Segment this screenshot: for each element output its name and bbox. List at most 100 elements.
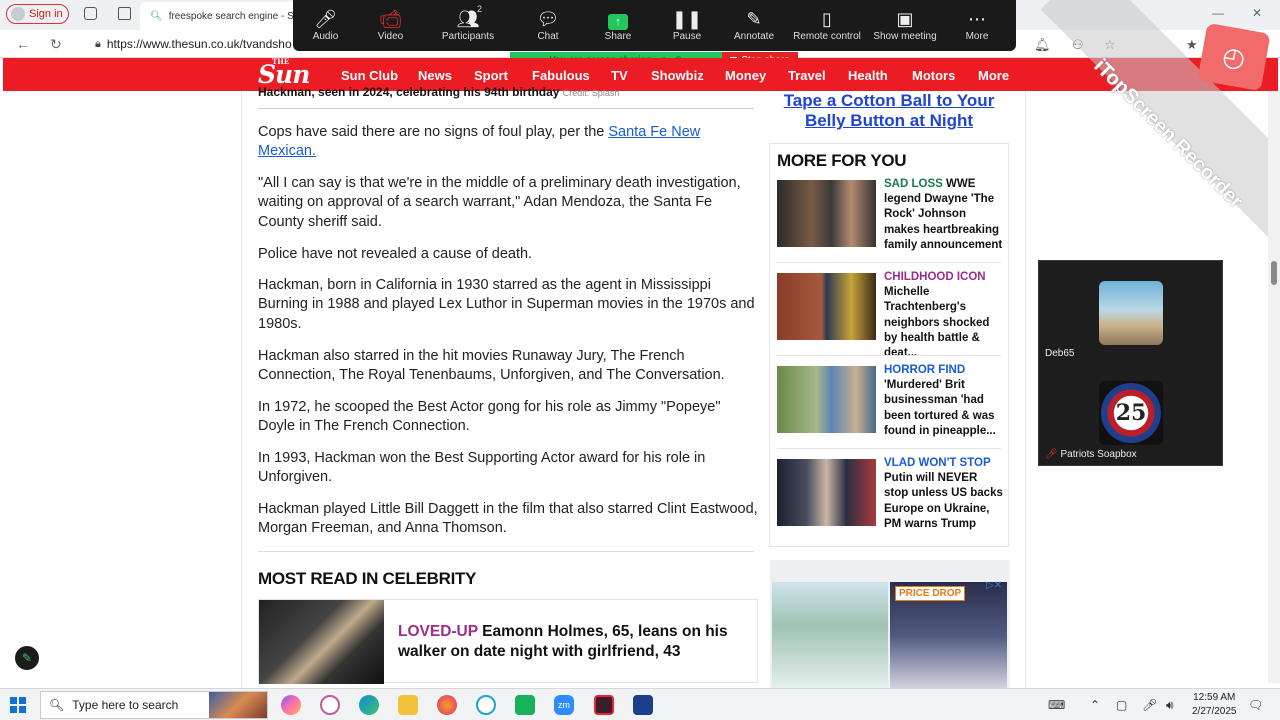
nav-travel[interactable]: Travel — [788, 68, 826, 83]
more-for-you-heading: MORE FOR YOU — [777, 151, 907, 170]
story-headline[interactable]: SAD LOSS WWE legend Dwayne 'The Rock' Jo… — [884, 177, 1004, 253]
nav-more[interactable]: More — [978, 68, 1009, 83]
story-thumbnail[interactable] — [777, 273, 876, 340]
price-drop-badge: PRICE DROP — [895, 586, 966, 601]
notifications-icon[interactable]: 🗨︎ — [1248, 698, 1263, 712]
close-window-icon[interactable]: ✕ — [1252, 6, 1262, 20]
firefox-icon[interactable] — [437, 695, 457, 715]
windows-start-icon[interactable] — [10, 697, 26, 713]
url-field[interactable]: 🔒︎ https://www.thesun.co.uk/tvandsho — [95, 33, 295, 55]
minimize-icon[interactable]: — — [1212, 6, 1224, 20]
page-scrollbar[interactable] — [1268, 91, 1280, 683]
video-off-icon: 📹︎ — [379, 9, 402, 29]
clock-time: 12:59 AM — [1193, 692, 1236, 703]
back-icon[interactable]: ← — [16, 36, 30, 52]
sign-in-button[interactable]: Sign in — [6, 4, 69, 24]
more-for-you-item[interactable]: CHILDHOOD ICON Michelle Trachtenberg's n… — [777, 271, 1007, 359]
story-divider — [777, 262, 1001, 263]
promo-link[interactable]: Tape a Cotton Ball to Your Belly Button … — [770, 91, 1008, 131]
notification-icon[interactable]: 🔔︎ — [1034, 37, 1051, 53]
microphone-icon[interactable]: 🎤︎ — [1142, 698, 1157, 712]
nav-fabulous[interactable]: Fabulous — [532, 68, 590, 83]
share-icon: ↑ — [608, 14, 628, 30]
nav-motors[interactable]: Motors — [912, 68, 955, 83]
ad-close-icon[interactable]: ▷✕ — [986, 580, 1002, 591]
story-headline-text: 'Murdered' Brit businessman 'had been to… — [884, 379, 996, 437]
story-headline[interactable]: HORROR FIND 'Murdered' Brit businessman … — [884, 363, 1004, 439]
story-headline[interactable]: CHILDHOOD ICON Michelle Trachtenberg's n… — [884, 270, 1004, 361]
zoom-chat-button[interactable]: 💬︎ Chat — [513, 0, 583, 51]
zoom-audio-button[interactable]: 🎤︎ Audio — [293, 0, 358, 51]
zoom-more-button[interactable]: ⋯ More — [943, 0, 1011, 51]
most-read-card[interactable]: LOVED-UP Eamonn Holmes, 65, leans on his… — [258, 599, 758, 684]
tab-actions-icon[interactable] — [118, 7, 131, 20]
story-kicker: SAD LOSS — [884, 178, 943, 190]
zoom-video-button[interactable]: 📹︎ Video — [358, 0, 423, 51]
ad-image-dress-1[interactable] — [772, 582, 888, 690]
taskbar-clock[interactable]: 12:59 AM 2/27/2025 — [1192, 691, 1237, 719]
paragraph-text: Cops have said there are no signs of fou… — [258, 124, 609, 140]
copilot-icon[interactable] — [281, 695, 301, 715]
zoom-remote-control-label: Remote control — [793, 31, 861, 42]
zoom-pause-button[interactable]: ❚❚ Pause — [653, 0, 721, 51]
mic-muted-icon: 🎤︎ — [1045, 449, 1058, 460]
scrollbar-thumb[interactable] — [1271, 261, 1277, 285]
section-divider — [258, 551, 754, 552]
mic-icon: 🎤︎ — [314, 9, 337, 29]
nav-health[interactable]: Health — [848, 68, 888, 83]
zoom-show-meeting-label: Show meeting — [873, 31, 937, 42]
browser-tab[interactable]: 🔍︎ freespoke search engine - Se — [140, 2, 300, 30]
nav-sun-club[interactable]: Sun Club — [341, 68, 398, 83]
more-for-you-item[interactable]: SAD LOSS WWE legend Dwayne 'The Rock' Jo… — [777, 178, 1007, 251]
workspaces-icon[interactable] — [84, 7, 97, 20]
app-icon[interactable] — [320, 695, 340, 715]
advertisement[interactable] — [770, 560, 1010, 690]
story-thumbnail[interactable] — [777, 459, 876, 526]
favorites-icon[interactable]: ★ — [1186, 37, 1198, 53]
most-read-headline[interactable]: LOVED-UP Eamonn Holmes, 65, leans on his… — [398, 622, 748, 661]
zoom-participants-button[interactable]: 👥︎ 2 Participants — [423, 0, 513, 51]
nav-showbiz[interactable]: Showbiz — [647, 68, 708, 94]
more-for-you-item[interactable]: HORROR FIND 'Murdered' Brit businessman … — [777, 364, 1007, 437]
most-read-thumbnail[interactable] — [259, 600, 384, 684]
nav-tv[interactable]: TV — [611, 68, 628, 83]
screen-recorder-icon[interactable] — [594, 695, 614, 715]
taskbar-search[interactable]: 🔍︎ Type here to search — [40, 691, 268, 719]
article-paragraph: In 1993, Hackman won the Best Supporting… — [258, 450, 706, 486]
nav-news[interactable]: News — [418, 68, 452, 83]
vpn-shield-icon[interactable] — [633, 695, 653, 715]
sign-in-label: Sign in — [29, 8, 63, 20]
keyboard-icon[interactable]: ⌨ — [1048, 698, 1065, 712]
refresh-icon[interactable]: ↻ — [50, 36, 62, 53]
nav-money[interactable]: Money — [725, 68, 766, 83]
show-hidden-icons-icon[interactable]: ⌃ — [1090, 698, 1100, 712]
zoom-icon[interactable]: zm — [554, 695, 574, 715]
nav-sport[interactable]: Sport — [474, 68, 508, 83]
zoom-chat-label: Chat — [537, 31, 559, 42]
zoom-remote-control-button[interactable]: ▯ Remote control — [787, 0, 867, 51]
profile-icon — [11, 7, 25, 21]
participant-avatar: 25 — [1099, 381, 1163, 445]
story-headline-text: Putin will NEVER stop unless US backs Eu… — [884, 472, 1003, 530]
zoom-annotate-button[interactable]: ✎ Annotate — [721, 0, 787, 51]
story-thumbnail[interactable] — [777, 366, 876, 433]
volume-icon[interactable]: 🔊︎ — [1166, 698, 1174, 713]
edit-icon[interactable]: ✎ — [15, 646, 39, 670]
story-divider — [777, 448, 1001, 449]
more-for-you-item[interactable]: VLAD WON'T STOP Putin will NEVER stop un… — [777, 457, 1007, 530]
story-headline[interactable]: VLAD WON'T STOP Putin will NEVER stop un… — [884, 456, 1004, 532]
edge-beta-icon[interactable] — [476, 695, 496, 715]
zoom-show-meeting-button[interactable]: ▣ Show meeting — [867, 0, 943, 51]
taskbar-search-placeholder: Type here to search — [72, 698, 179, 712]
participants-icon: 👥︎ — [456, 9, 480, 29]
zoom-share-button[interactable]: ↑ Share — [583, 0, 653, 51]
image-credit: Credit: Splash — [562, 88, 620, 98]
file-explorer-icon[interactable] — [398, 695, 418, 715]
image-caption-text: Hackman, seen in 2024, celebrating his 9… — [258, 85, 560, 99]
story-thumbnail[interactable] — [777, 180, 876, 247]
network-icon[interactable]: ▢ — [1116, 698, 1127, 712]
edge-icon[interactable] — [359, 695, 379, 715]
most-read-heading: MOST READ IN CELEBRITY — [258, 569, 477, 588]
more-icon: ⋯ — [968, 9, 986, 29]
sync-app-icon[interactable] — [515, 695, 535, 715]
